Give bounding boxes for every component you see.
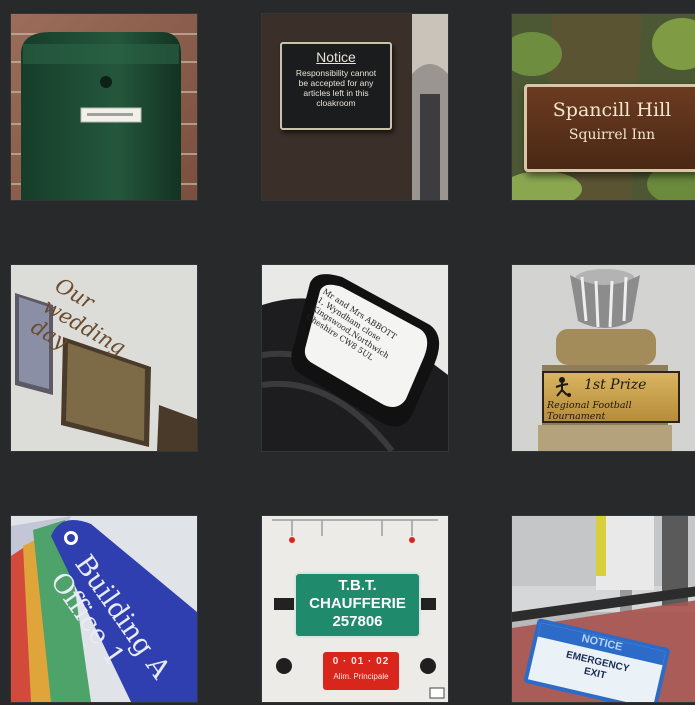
notice-line: Responsibility cannot	[295, 68, 377, 78]
notice-line: articles left in this	[303, 88, 369, 98]
tile-luggage-tag: Mr and Mrs ABBOTT 1, Wyndham close Kings…	[262, 265, 448, 451]
tile-cloakroom-notice: Notice Responsibility cannot be accepted…	[262, 14, 448, 200]
tile-electrical-panel: T.B.T. CHAUFFERIE 257806 0 · 01 · 02 Ali…	[262, 516, 448, 702]
plate-code: T.B.T.	[338, 577, 377, 594]
luggage-photo	[262, 265, 448, 451]
plate-number: 257806	[332, 613, 383, 630]
tile-wedding-frame: Our wedding day	[11, 265, 197, 451]
red-plate-label: Alim. Principale	[333, 672, 389, 681]
chaufferie-plate: T.B.T. CHAUFFERIE 257806	[294, 572, 421, 638]
plate-label: CHAUFFERIE	[309, 595, 406, 612]
prize-subtitle: Regional Football Tournament	[547, 400, 632, 422]
red-plate: 0 · 01 · 02 Alim. Principale	[323, 652, 399, 690]
sign-title: Spancill Hill	[552, 99, 672, 121]
tile-mailbox	[11, 14, 197, 200]
notice-plate: Notice Responsibility cannot be accepted…	[280, 42, 392, 130]
mailbox-photo	[11, 14, 197, 200]
tile-trophy: 1st Prize Regional Football Tournament	[512, 265, 695, 451]
footballer-icon	[555, 377, 571, 397]
prize-title: 1st Prize	[584, 377, 647, 393]
prize-plate: 1st Prize Regional Football Tournament	[542, 371, 680, 423]
red-plate-code: 0 · 01 · 02	[332, 656, 390, 667]
notice-heading: Notice	[316, 49, 356, 65]
tile-squirrel-inn-sign: Spancill Hill Squirrel Inn	[512, 14, 695, 200]
sign-subtitle: Squirrel Inn	[568, 127, 656, 143]
trophy-photo	[512, 265, 695, 451]
notice-line: cloakroom	[316, 98, 356, 108]
tile-key-tag: Building A Office 1	[11, 516, 197, 702]
tile-engraving-machine: NOTICE EMERGENCY EXIT	[512, 516, 695, 702]
squirrel-inn-sign: Spancill Hill Squirrel Inn	[524, 84, 695, 172]
notice-line: be accepted for any	[298, 78, 374, 88]
